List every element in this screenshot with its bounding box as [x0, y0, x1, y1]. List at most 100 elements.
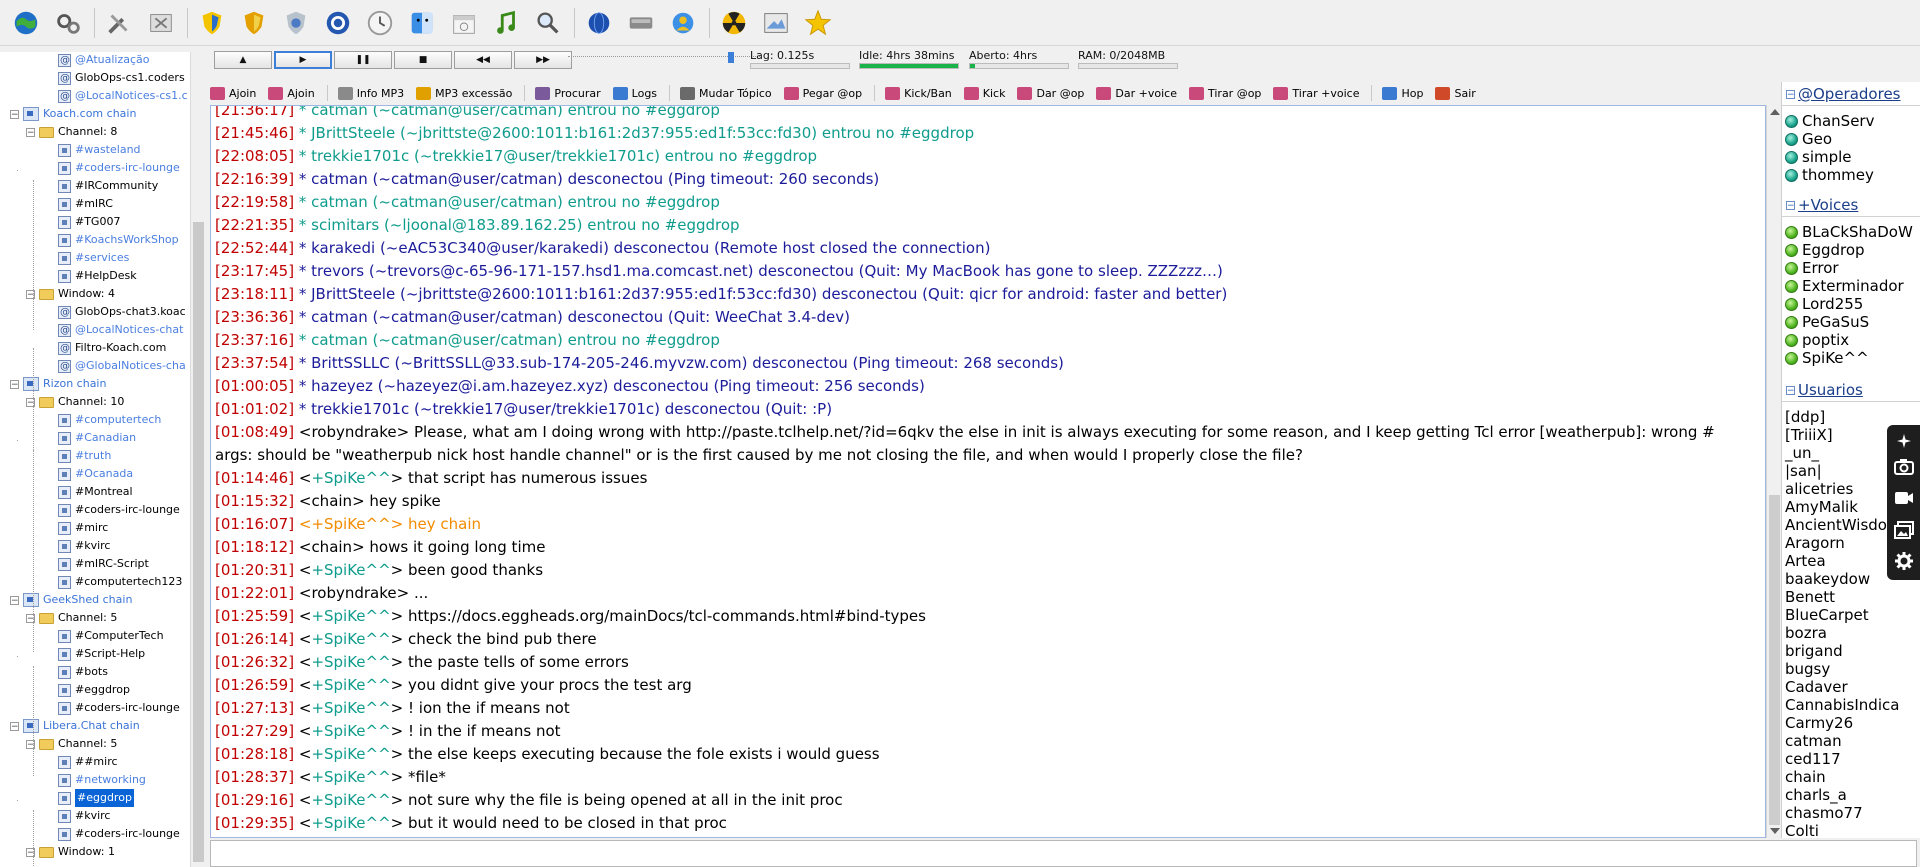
nick-item[interactable]: Cadaver: [1785, 678, 1848, 696]
chat-nick[interactable]: +SpiKe^^: [311, 561, 390, 579]
tree-item-network[interactable]: − Koach.com chain: [10, 105, 136, 123]
tree-item-channel[interactable]: #Canadian: [58, 429, 136, 447]
command-procurar-button[interactable]: Procurar: [535, 86, 601, 100]
tree-item-channel[interactable]: #bots: [58, 663, 108, 681]
command-hop-button[interactable]: Hop: [1382, 86, 1423, 100]
collapse-toggle-icon[interactable]: −: [1786, 385, 1795, 395]
tree-item-channel[interactable]: ##mirc: [58, 753, 118, 771]
shield-orange-icon[interactable]: [238, 7, 270, 39]
star-icon[interactable]: [802, 7, 834, 39]
command-pegar-op-button[interactable]: Pegar @op: [783, 86, 862, 100]
chat-nick[interactable]: +SpiKe^^: [311, 791, 390, 809]
nick-item[interactable]: PeGaSuS: [1785, 313, 1869, 331]
chat-scroll-thumb[interactable]: [1769, 495, 1780, 825]
refresh-blue-icon[interactable]: [322, 7, 354, 39]
nick-item[interactable]: [ddp]: [1785, 408, 1825, 426]
nick-item[interactable]: ChanServ: [1785, 112, 1874, 130]
scroll-up-icon[interactable]: [1770, 109, 1780, 115]
nick-item[interactable]: chasmo77: [1785, 804, 1863, 822]
command-logs-button[interactable]: Logs: [612, 86, 657, 100]
command-mp3-excess-o-button[interactable]: MP3 excessão: [416, 86, 512, 100]
user-orb-icon[interactable]: [667, 7, 699, 39]
seek-handle[interactable]: [728, 52, 734, 63]
nick-item[interactable]: thommey: [1785, 166, 1874, 184]
video-camera-icon[interactable]: [1894, 488, 1914, 508]
command-info-mp3-button[interactable]: Info MP3: [337, 86, 404, 100]
tree-item-channel[interactable]: @LocalNotices-cs1.c: [58, 87, 188, 106]
chat-nick[interactable]: +SpiKe^^: [311, 630, 390, 648]
command-dar-voice-button[interactable]: Dar +voice: [1096, 86, 1177, 100]
tree-item-network[interactable]: − Libera.Chat chain: [10, 717, 140, 735]
camera-icon[interactable]: [1894, 457, 1914, 477]
tree-item-channel[interactable]: #computertech123: [58, 573, 182, 591]
tree-item-channel[interactable]: #KoachsWorkShop: [58, 231, 179, 249]
nick-item[interactable]: BLaCkShaDoW: [1785, 223, 1913, 241]
nick-item[interactable]: baakeydow: [1785, 570, 1870, 588]
tree-item-channel[interactable]: #Montreal: [58, 483, 133, 501]
eject-button[interactable]: ▲: [214, 51, 272, 69]
chat-nick[interactable]: +SpiKe^^: [311, 653, 390, 671]
collapse-toggle-icon[interactable]: −: [1786, 200, 1795, 210]
search-magnifier-icon[interactable]: [532, 7, 564, 39]
tree-item-channel[interactable]: #IRCommunity: [58, 177, 158, 195]
nick-item[interactable]: chain: [1785, 768, 1826, 786]
tree-item-channel[interactable]: #services: [58, 249, 129, 267]
connect-globe-icon[interactable]: [10, 7, 42, 39]
users-group[interactable]: − Usuarios: [1786, 380, 1863, 400]
tree-item-channel[interactable]: #wasteland: [58, 141, 141, 159]
chat-nick[interactable]: chain: [311, 492, 352, 510]
options-gears-icon[interactable]: [52, 7, 84, 39]
tree-item-channel[interactable]: #truth: [58, 447, 111, 465]
tree-item-folder[interactable]: − Channel: 10: [26, 393, 124, 411]
chat-nick[interactable]: +SpiKe^^: [311, 699, 390, 717]
nick-item[interactable]: SpiKe^^: [1785, 349, 1869, 367]
nick-item[interactable]: Geo: [1785, 130, 1832, 148]
chat-nick[interactable]: +SpiKe^^: [311, 768, 390, 786]
nick-item[interactable]: Aragorn: [1785, 534, 1845, 552]
nick-item[interactable]: bozra: [1785, 624, 1827, 642]
operators-group[interactable]: − @Operadores: [1786, 84, 1901, 104]
nick-item[interactable]: Error: [1785, 259, 1839, 277]
nick-item[interactable]: Eggdrop: [1785, 241, 1865, 259]
tree-item-folder[interactable]: − Channel: 5: [26, 735, 117, 753]
chat-nick[interactable]: +SpiKe^^: [311, 722, 390, 740]
window-close-icon[interactable]: [145, 7, 177, 39]
command-kick-ban-button[interactable]: Kick/Ban: [885, 86, 952, 100]
nick-item[interactable]: Carmy26: [1785, 714, 1853, 732]
tree-item-channel[interactable]: #mIRC-Script: [58, 555, 149, 573]
finder-face-icon[interactable]: [406, 7, 438, 39]
next-button[interactable]: ▶▶: [514, 51, 572, 69]
nick-item[interactable]: poptix: [1785, 331, 1849, 349]
tree-item-channel[interactable]: #kvirc: [58, 807, 110, 825]
chat-scrollbar[interactable]: [1766, 105, 1782, 838]
tree-item-network[interactable]: − Rizon chain: [10, 375, 106, 393]
expand-toggle-icon[interactable]: −: [10, 109, 19, 119]
command-ajoin-button[interactable]: Ajoin: [268, 86, 315, 100]
tree-item-channel[interactable]: @LocalNotices-chat: [58, 321, 183, 340]
voices-group[interactable]: − +Voices: [1786, 195, 1858, 215]
nick-item[interactable]: Exterminador: [1785, 277, 1904, 295]
collapse-toggle-icon[interactable]: −: [1786, 89, 1795, 99]
nick-item[interactable]: _un_: [1785, 444, 1819, 462]
globe-blue-icon[interactable]: [583, 7, 615, 39]
tree-item-folder[interactable]: − Channel: 5: [26, 609, 117, 627]
nick-item[interactable]: ced117: [1785, 750, 1841, 768]
nick-item[interactable]: brigand: [1785, 642, 1843, 660]
tree-item-channel[interactable]: #HelpDesk: [58, 267, 137, 285]
command-ajoin-button[interactable]: Ajoin: [210, 86, 256, 100]
nick-item[interactable]: Lord255: [1785, 295, 1863, 313]
tree-item-channel[interactable]: #coders-irc-lounge: [58, 699, 180, 717]
pause-button[interactable]: ❚❚: [334, 51, 392, 69]
expand-toggle-icon[interactable]: −: [10, 721, 19, 731]
chat-nick[interactable]: +SpiKe^^: [311, 469, 390, 487]
nick-item[interactable]: Colti: [1785, 822, 1819, 838]
tree-item-channel[interactable]: #Ocanada: [58, 465, 133, 483]
stop-button[interactable]: ■: [394, 51, 452, 69]
image-gallery-icon[interactable]: [1894, 520, 1914, 540]
command-tirar-op-button[interactable]: Tirar @op: [1188, 86, 1261, 100]
tree-item-channel[interactable]: @Atualização: [58, 52, 150, 70]
chat-nick[interactable]: +SpiKe^^: [311, 814, 390, 832]
tree-item-channel[interactable]: #computertech: [58, 411, 161, 429]
command-sair-button[interactable]: Sair: [1435, 86, 1476, 100]
tree-scrollbar[interactable]: [190, 52, 207, 867]
